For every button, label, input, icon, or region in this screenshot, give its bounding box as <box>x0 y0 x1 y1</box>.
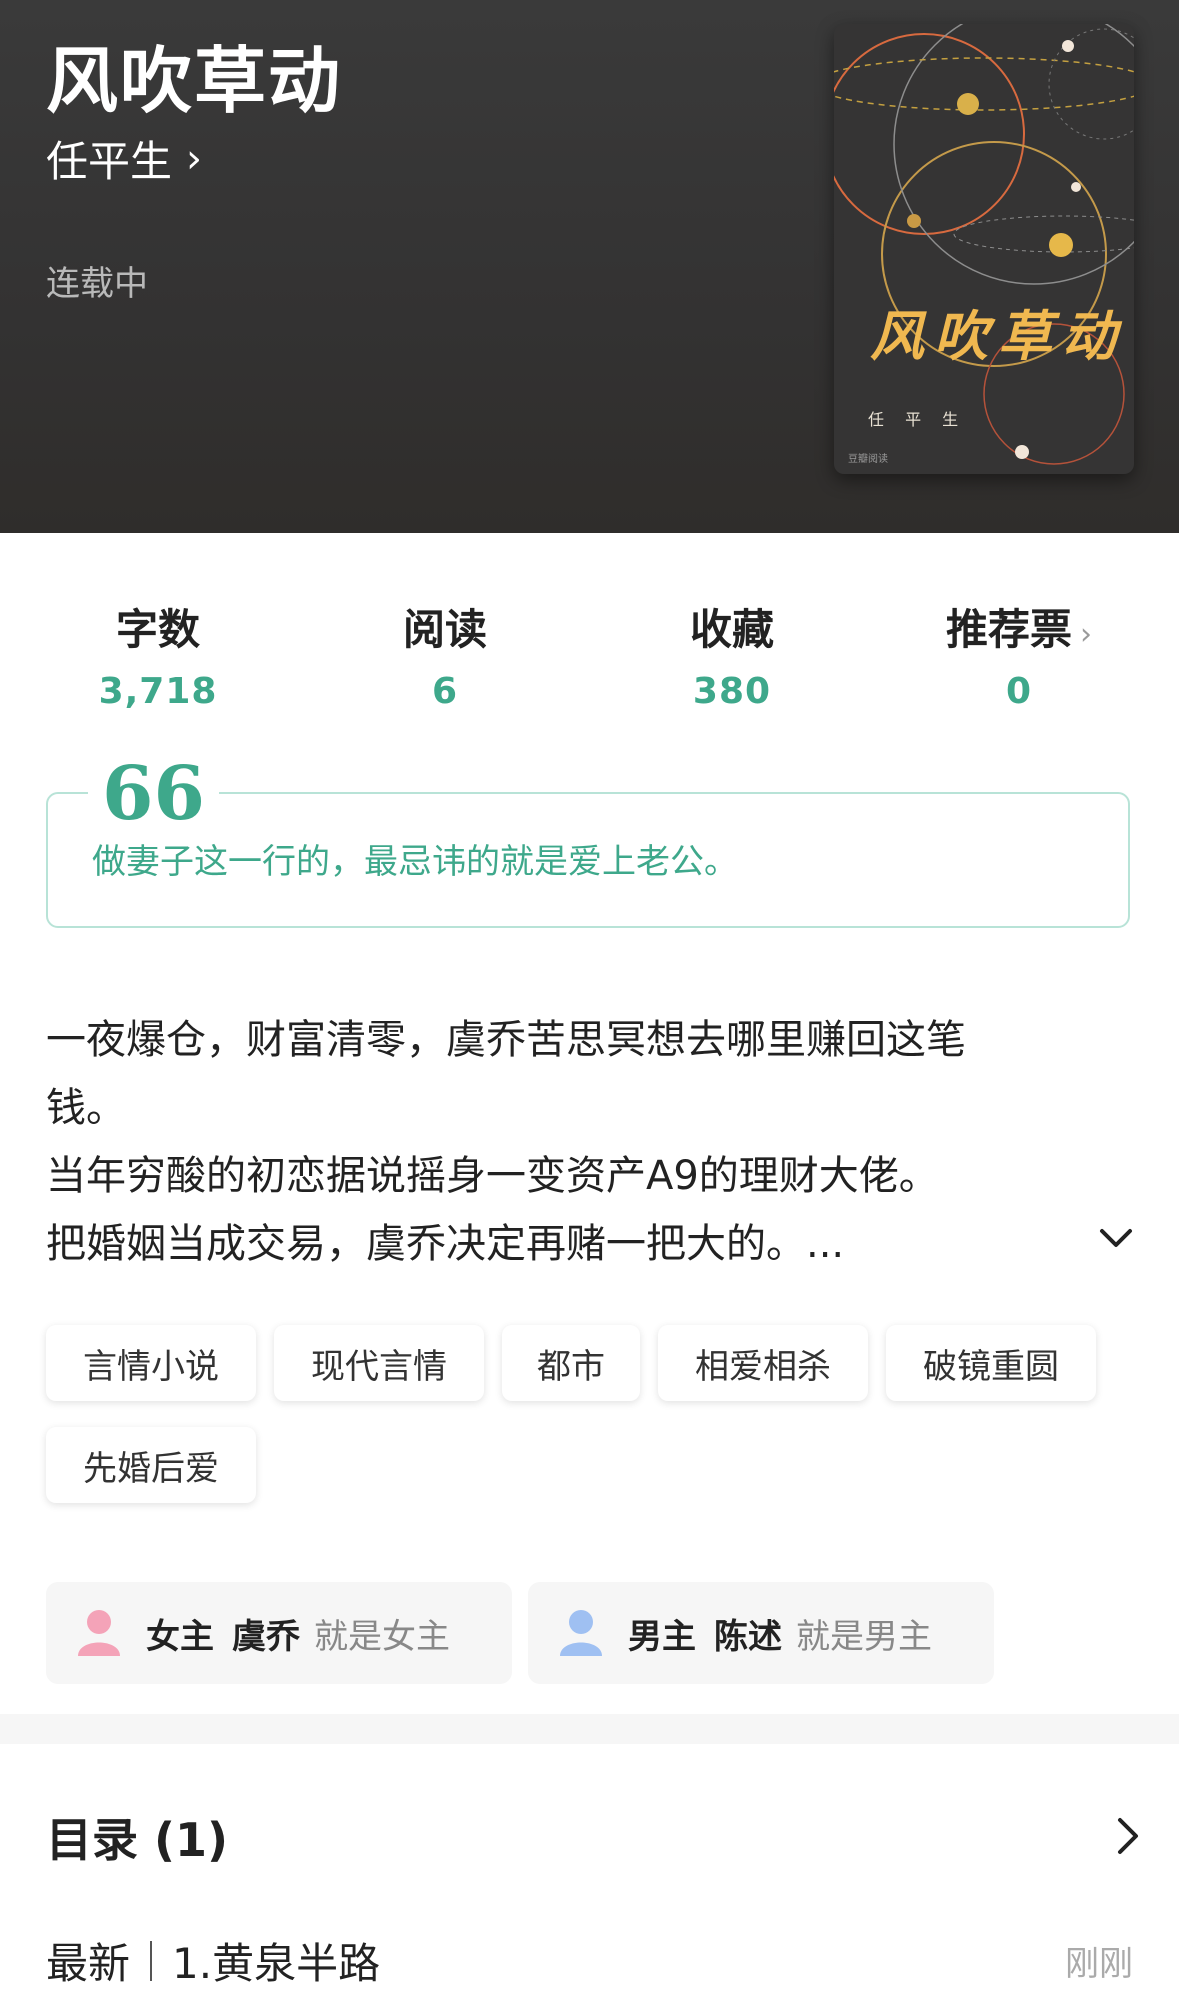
stat-value: 380 <box>692 671 772 712</box>
author-link[interactable]: 任平生 › <box>46 128 202 189</box>
latest-chapter-row[interactable]: 最新 1.黄泉半路 <box>46 1930 380 1991</box>
toc-title[interactable]: 目录 (1) <box>46 1804 228 1870</box>
stat-recommend-votes[interactable]: 推荐票 › 0 <box>909 596 1129 712</box>
chevron-right-icon: › <box>186 135 203 182</box>
section-divider <box>0 1714 1179 1744</box>
tag-chip[interactable]: 现代言情 <box>274 1325 484 1401</box>
stat-value: 0 <box>1005 671 1033 712</box>
character-card-female-lead[interactable]: 女主 虞乔 就是女主 <box>46 1582 512 1684</box>
synopsis-line: 把婚姻当成交易，虞乔决定再赌一把大的。... <box>46 1221 845 1267</box>
chevron-down-icon[interactable] <box>1092 1214 1140 1262</box>
quote-icon: 66 <box>88 757 219 831</box>
latest-chapter-title: 1.黄泉半路 <box>172 1939 381 1988</box>
stat-word-count: 字数 3,718 <box>48 596 268 712</box>
tag-chip[interactable]: 相爱相杀 <box>658 1325 868 1401</box>
cover-brand-logo: 豆瓣阅读 <box>848 454 888 465</box>
synopsis[interactable]: 一夜爆仓，财富清零，虞乔苦思冥想去哪里赚回这笔 钱。 当年穷酸的初恋据说摇身一变… <box>46 1006 1086 1278</box>
author-name: 任平生 <box>46 137 173 186</box>
character-desc: 就是男主 <box>796 1616 932 1657</box>
book-stats: 字数 3,718 阅读 6 收藏 380 推荐票 › 0 <box>0 596 1179 712</box>
character-name: 陈述 <box>714 1616 782 1657</box>
character-card-male-lead[interactable]: 男主 陈述 就是男主 <box>528 1582 994 1684</box>
stat-label: 收藏 <box>689 605 774 654</box>
chevron-right-icon: › <box>1080 617 1092 652</box>
male-avatar-icon <box>560 1610 602 1656</box>
book-header: 风吹草动 任平生 › 连载中 风吹草动 任 平 生 豆瓣阅读 <box>0 0 1179 533</box>
character-role: 女主 <box>146 1616 214 1657</box>
synopsis-line: 当年穷酸的初恋据说摇身一变资产A9的理财大佬。 <box>46 1153 939 1199</box>
quote-text: 做妻子这一行的，最忌讳的就是爱上老公。 <box>92 842 738 882</box>
book-cover[interactable]: 风吹草动 任 平 生 豆瓣阅读 <box>834 24 1134 474</box>
character-name: 虞乔 <box>232 1616 300 1657</box>
latest-chapter-time: 刚刚 <box>1065 1944 1133 1984</box>
synopsis-line: 一夜爆仓，财富清零，虞乔苦思冥想去哪里赚回这笔 <box>46 1017 966 1063</box>
cover-title: 风吹草动 <box>870 304 1126 368</box>
book-title: 风吹草动 <box>46 39 343 123</box>
stat-value: 6 <box>431 671 459 712</box>
synopsis-line: 钱。 <box>46 1085 126 1131</box>
stat-reads: 阅读 6 <box>335 596 555 712</box>
tag-chip[interactable]: 先婚后爱 <box>46 1427 256 1503</box>
character-desc: 就是女主 <box>314 1616 450 1657</box>
tag-chip[interactable]: 破镜重圆 <box>886 1325 1096 1401</box>
separator <box>150 1940 153 1981</box>
stat-value: 3,718 <box>98 671 218 712</box>
stat-label: 阅读 <box>402 605 487 654</box>
stat-favorites: 收藏 380 <box>622 596 842 712</box>
tag-chip[interactable]: 言情小说 <box>46 1325 256 1401</box>
tagline-quote: 66 做妻子这一行的，最忌讳的就是爱上老公。 <box>46 757 1130 928</box>
character-role: 男主 <box>628 1616 696 1657</box>
cover-author: 任 平 生 <box>868 410 967 429</box>
stat-label: 字数 <box>115 605 200 654</box>
stat-label: 推荐票 <box>945 605 1072 654</box>
tag-chip[interactable]: 都市 <box>502 1325 640 1401</box>
female-avatar-icon <box>78 1610 120 1656</box>
serial-status: 连载中 <box>46 264 148 304</box>
latest-label: 最新 <box>46 1939 131 1988</box>
chevron-right-icon[interactable] <box>1110 1814 1146 1858</box>
